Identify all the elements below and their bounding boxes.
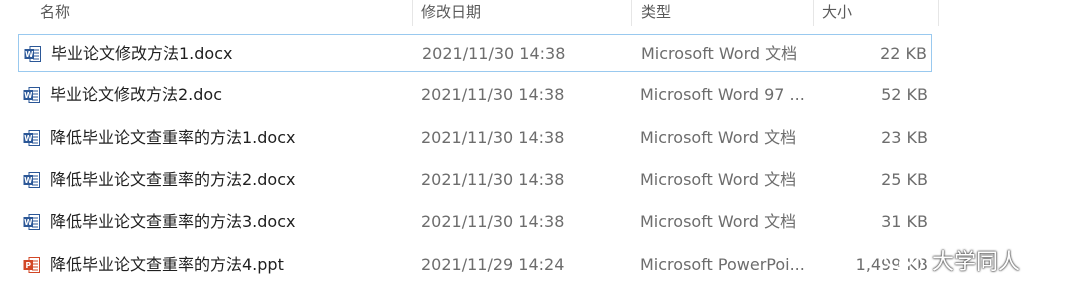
column-divider[interactable] (938, 0, 939, 26)
svg-text:P: P (26, 261, 32, 270)
column-divider[interactable] (412, 0, 413, 26)
file-row[interactable]: W 降低毕业论文查重率的方法1.docx 2021/11/30 14:38 Micro… (18, 119, 932, 157)
file-size: 25 KB (881, 169, 928, 189)
file-type: Microsoft PowerPoi... (640, 254, 805, 274)
column-header-size[interactable]: 大小 (822, 0, 852, 30)
file-date-modified: 2021/11/30 14:38 (421, 127, 565, 147)
word-doc-icon: W (23, 171, 41, 189)
file-row[interactable]: W 降低毕业论文查重率的方法3.docx 2021/11/30 14:38 Micro… (18, 203, 932, 241)
column-divider[interactable] (631, 0, 632, 26)
column-header-date[interactable]: 修改日期 (421, 0, 481, 30)
file-date-modified: 2021/11/29 14:24 (421, 254, 565, 274)
column-header-bar: 名称 修改日期 类型 大小 (0, 0, 940, 30)
file-date-modified: 2021/11/30 14:38 (421, 85, 565, 105)
column-header-type[interactable]: 类型 (641, 0, 671, 30)
watermark: 大学同人 (882, 240, 1020, 280)
file-type: Microsoft Word 文档 (640, 127, 797, 147)
file-name: 毕业论文修改方法2.doc (50, 85, 223, 105)
column-divider[interactable] (813, 0, 814, 26)
file-size: 23 KB (881, 127, 928, 147)
svg-text:W: W (24, 134, 33, 143)
watermark-text: 大学同人 (932, 250, 1021, 275)
file-name: 降低毕业论文查重率的方法1.docx (50, 127, 296, 147)
file-date-modified: 2021/11/30 14:38 (422, 44, 566, 63)
file-row[interactable]: P 降低毕业论文查重率的方法4.ppt 2021/11/29 14:24 Micros… (18, 246, 932, 284)
svg-text:W: W (25, 50, 34, 59)
file-row[interactable]: W 毕业论文修改方法2.doc 2021/11/30 14:38 Microsoft … (18, 76, 932, 114)
svg-text:W: W (24, 218, 33, 227)
svg-text:W: W (24, 176, 33, 185)
file-row[interactable]: W 降低毕业论文查重率的方法2.docx 2021/11/30 14:38 Micro… (18, 161, 932, 199)
file-type: Microsoft Word 97 ... (640, 85, 805, 105)
column-header-name[interactable]: 名称 (40, 0, 70, 30)
file-date-modified: 2021/11/30 14:38 (421, 212, 565, 232)
file-date-modified: 2021/11/30 14:38 (421, 169, 565, 189)
word-doc-icon: W (23, 213, 41, 231)
file-name: 降低毕业论文查重率的方法3.docx (50, 212, 296, 232)
word-doc-icon: W (23, 129, 41, 147)
file-type: Microsoft Word 文档 (640, 169, 797, 189)
file-name: 降低毕业论文查重率的方法2.docx (50, 169, 296, 189)
file-size: 22 KB (880, 44, 927, 63)
file-type: Microsoft Word 文档 (640, 212, 797, 232)
word-97-doc-icon: W (23, 86, 41, 104)
file-row[interactable]: W 毕业论文修改方法1.docx 2021/11/30 14:38 Microsoft… (18, 34, 932, 72)
file-size: 31 KB (881, 212, 928, 232)
svg-text:W: W (24, 91, 33, 100)
file-name: 毕业论文修改方法1.docx (51, 44, 233, 63)
file-type: Microsoft Word 文档 (641, 44, 798, 63)
powerpoint-doc-icon: P (23, 256, 41, 274)
file-size: 52 KB (881, 85, 928, 105)
wechat-icon (883, 244, 924, 275)
word-doc-icon: W (24, 45, 42, 63)
file-name: 降低毕业论文查重率的方法4.ppt (50, 254, 284, 274)
